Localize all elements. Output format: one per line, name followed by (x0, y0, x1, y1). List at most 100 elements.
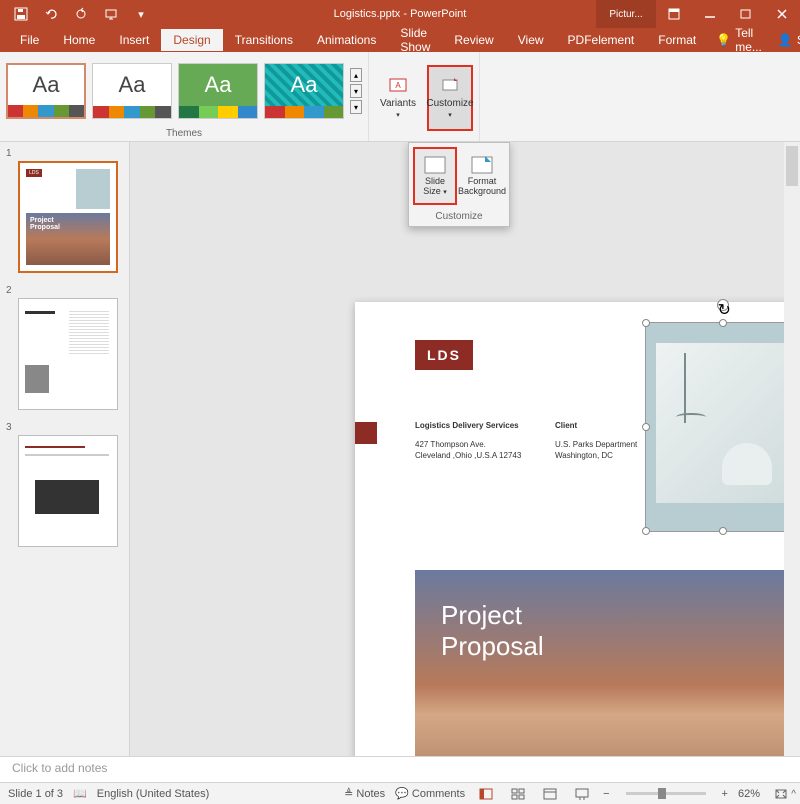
zoom-slider[interactable] (626, 792, 706, 795)
company-name: Logistics Delivery Services (415, 420, 521, 431)
thumb-3-num: 3 (6, 422, 123, 433)
share-button[interactable]: 👤Share (770, 33, 800, 47)
customize-button[interactable]: Customize ▾ (427, 65, 473, 131)
variants-customize-group: A Variants ▾ Customize ▾ (369, 52, 480, 141)
customize-label: Customize (426, 98, 473, 109)
slide-counter[interactable]: Slide 1 of 3 (8, 788, 63, 800)
format-background-label: FormatBackground (458, 176, 506, 196)
fit-to-window-button[interactable] (770, 785, 792, 803)
tab-format[interactable]: Format (646, 29, 708, 51)
slide-size-icon (424, 156, 446, 174)
view-normal-button[interactable] (475, 785, 497, 803)
red-accent-square (355, 422, 377, 444)
person-icon: 👤 (778, 33, 793, 47)
tab-insert[interactable]: Insert (107, 29, 161, 51)
tab-review[interactable]: Review (442, 29, 505, 51)
start-from-beginning-button[interactable] (96, 0, 126, 28)
variants-label: Variants (380, 98, 416, 109)
theme-4[interactable]: Aa (264, 63, 344, 119)
tell-me[interactable]: 💡Tell me... (708, 26, 770, 54)
tab-design[interactable]: Design (161, 29, 222, 51)
handle-nw[interactable] (642, 319, 650, 327)
client-info[interactable]: Client U.S. Parks Department Washington,… (555, 420, 637, 462)
themes-label: Themes (166, 126, 202, 139)
truck (615, 748, 775, 756)
window-controls: Pictur... (596, 0, 800, 28)
vertical-scrollbar[interactable] (784, 142, 800, 756)
slide-size-label: SlideSize ▾ (423, 176, 447, 196)
theme-3[interactable]: Aa (178, 63, 258, 119)
company-info[interactable]: Logistics Delivery Services 427 Thompson… (415, 420, 521, 462)
handle-n[interactable] (719, 319, 727, 327)
client-line1: U.S. Parks Department (555, 439, 637, 450)
view-slideshow-button[interactable] (571, 785, 593, 803)
hero-image[interactable]: ProjectProposal (415, 570, 800, 756)
thumb-2-num: 2 (6, 285, 123, 296)
redo-button[interactable] (66, 0, 96, 28)
handle-s[interactable] (719, 527, 727, 535)
quick-access-toolbar: ▾ (0, 0, 156, 28)
tab-animations[interactable]: Animations (305, 29, 388, 51)
handle-w[interactable] (642, 423, 650, 431)
hero-title: ProjectProposal (441, 600, 544, 662)
handle-sw[interactable] (642, 527, 650, 535)
ribbon-display-button[interactable] (656, 0, 692, 28)
client-heading: Client (555, 420, 637, 431)
tab-file[interactable]: File (8, 29, 51, 51)
themes-more-button[interactable]: ▴ ▾ ▾ (350, 68, 362, 114)
thumb-3[interactable] (18, 435, 118, 547)
slide-canvas[interactable]: LDS Logistics Delivery Services 427 Thom… (130, 142, 800, 756)
customize-icon (440, 76, 460, 96)
format-background-button[interactable]: FormatBackground (459, 147, 505, 205)
zoom-out-button[interactable]: − (603, 788, 609, 800)
dropdown-group-label: Customize (409, 209, 509, 226)
rotate-handle[interactable]: ↻ (717, 299, 729, 311)
slide-size-button[interactable]: SlideSize ▾ (413, 147, 457, 205)
tab-pdfelement[interactable]: PDFelement (556, 29, 647, 51)
logo-lds[interactable]: LDS (415, 340, 473, 370)
tab-view[interactable]: View (506, 29, 556, 51)
zoom-in-button[interactable]: + (722, 788, 728, 800)
view-sorter-button[interactable] (507, 785, 529, 803)
variants-button[interactable]: A Variants ▾ (375, 65, 421, 131)
save-button[interactable] (6, 0, 36, 28)
view-reading-button[interactable] (539, 785, 561, 803)
tell-me-label: Tell me... (735, 26, 762, 54)
variants-icon: A (388, 76, 408, 96)
company-addr1: 427 Thompson Ave. (415, 439, 521, 450)
spellcheck-icon[interactable]: 📖 (73, 787, 87, 800)
close-button[interactable] (764, 0, 800, 28)
thumb-1[interactable]: LDS ProjectProposal (18, 161, 118, 273)
theme-office[interactable]: Aa (6, 63, 86, 119)
workspace: SlideSize ▾ FormatBackground Customize 1… (0, 142, 800, 756)
title-bar: ▾ Logistics.pptx - PowerPoint Pictur... (0, 0, 800, 28)
minimize-button[interactable] (692, 0, 728, 28)
comments-toggle[interactable]: 💬 Comments (395, 787, 465, 800)
themes-group: Aa Aa Aa Aa ▴ ▾ ▾ Themes (0, 52, 369, 141)
notes-pane[interactable]: Click to add notes (0, 756, 800, 782)
notes-toggle[interactable]: ≜ Notes (344, 787, 385, 800)
ribbon: Aa Aa Aa Aa ▴ ▾ ▾ Themes A Variants ▾ (0, 52, 800, 142)
theme-2[interactable]: Aa (92, 63, 172, 119)
format-background-icon (471, 156, 493, 174)
thumb-1-wrap: 1 LDS ProjectProposal (6, 148, 123, 273)
thumb-2[interactable] (18, 298, 118, 410)
thumb-1-num: 1 (6, 148, 123, 159)
maximize-button[interactable] (728, 0, 764, 28)
zoom-value[interactable]: 62% (738, 788, 760, 800)
slide-1: LDS Logistics Delivery Services 427 Thom… (355, 302, 800, 756)
language[interactable]: English (United States) (97, 788, 210, 800)
tab-home[interactable]: Home (51, 29, 107, 51)
tab-transitions[interactable]: Transitions (223, 29, 305, 51)
slide-thumbnails: 1 LDS ProjectProposal 2 3 (0, 142, 130, 756)
qat-customize-button[interactable]: ▾ (126, 0, 156, 28)
status-bar: Slide 1 of 3 📖 English (United States) ≜… (0, 782, 800, 804)
collapse-ribbon-button[interactable]: ^ (791, 789, 796, 800)
ribbon-tabs: File Home Insert Design Transitions Anim… (0, 28, 800, 52)
picture-tools-tab[interactable]: Pictur... (596, 0, 656, 28)
undo-button[interactable] (36, 0, 66, 28)
selected-picture[interactable]: ↻ (645, 322, 800, 532)
thumb-3-wrap: 3 (6, 422, 123, 547)
client-line2: Washington, DC (555, 450, 637, 461)
window-title: Logistics.pptx - PowerPoint (334, 8, 467, 20)
